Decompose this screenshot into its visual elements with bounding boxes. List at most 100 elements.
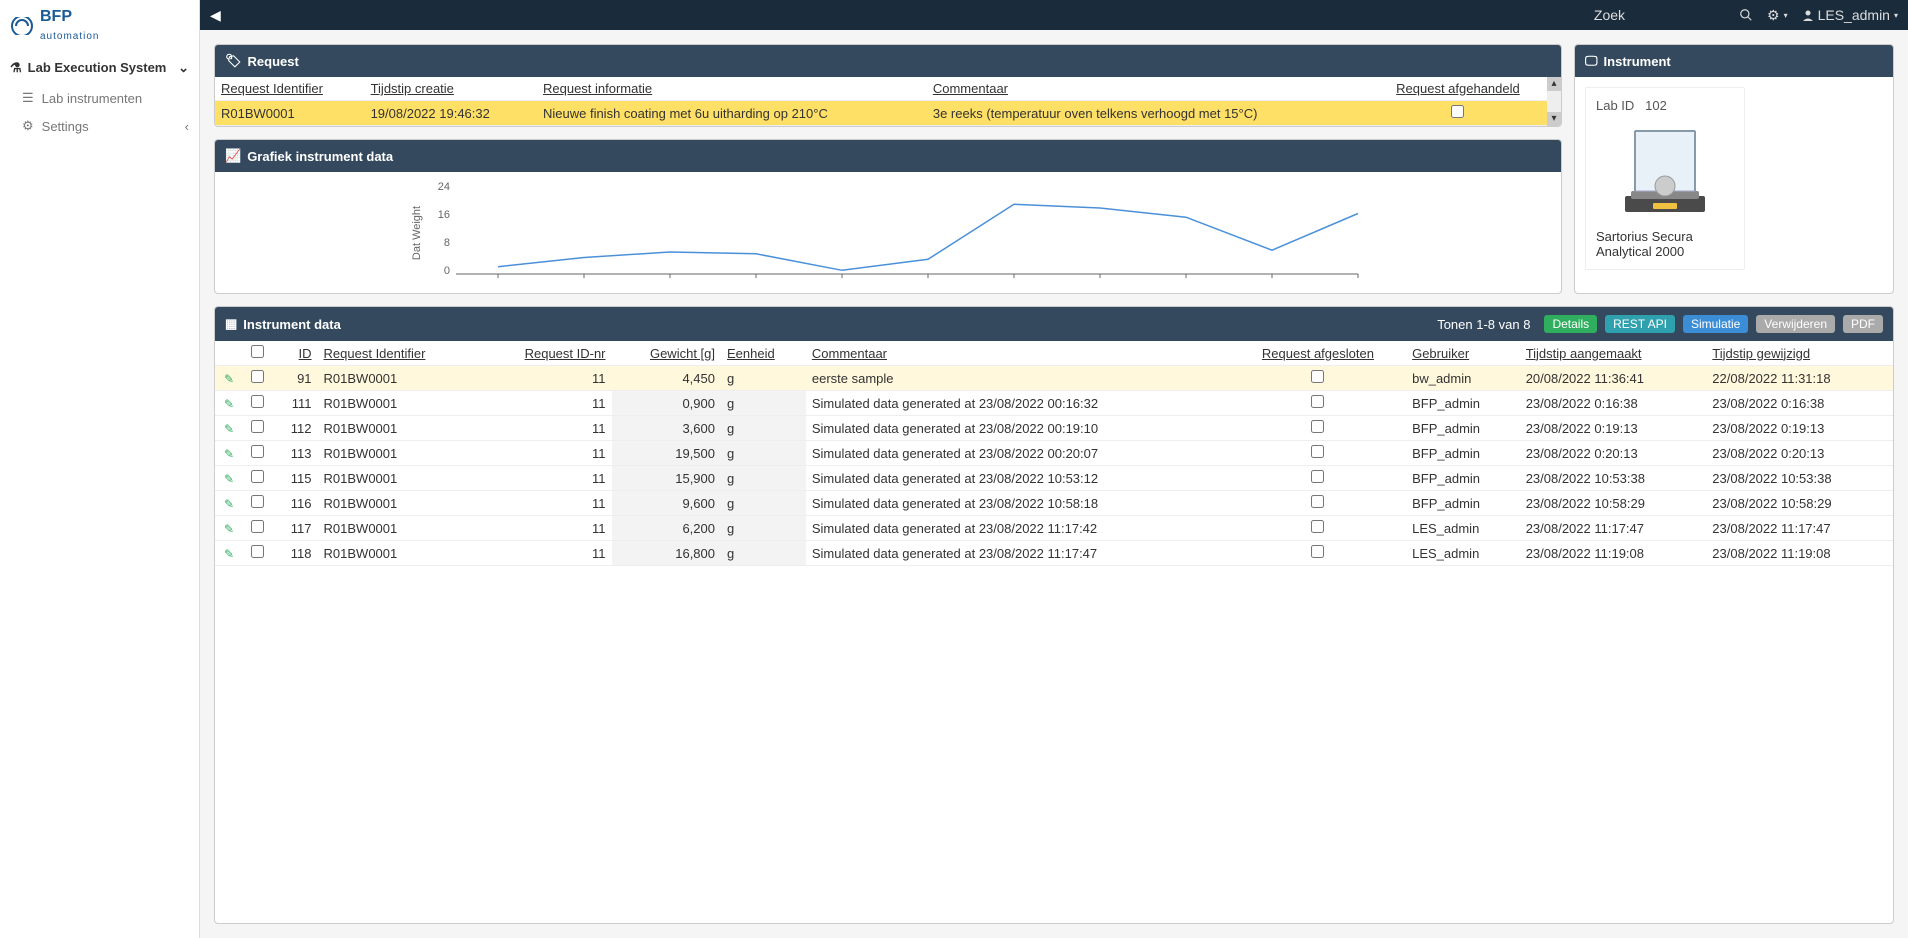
cell-unit: g — [721, 516, 806, 541]
req-col-comment[interactable]: Commentaar — [927, 77, 1369, 101]
sidebar-item-settings[interactable]: ⚙ Settings ‹ — [0, 112, 199, 140]
col-id[interactable]: ID — [271, 341, 318, 366]
table-row[interactable]: ✎118R01BW00011116,800gSimulated data gen… — [215, 541, 1893, 566]
req-handled-checkbox[interactable] — [1451, 105, 1464, 118]
select-all-checkbox[interactable] — [251, 345, 264, 358]
req-col-identifier[interactable]: Request Identifier — [215, 77, 365, 101]
row-closed-checkbox[interactable] — [1311, 370, 1324, 383]
cell-modified: 23/08/2022 10:58:29 — [1706, 491, 1893, 516]
edit-icon[interactable]: ✎ — [224, 422, 234, 436]
details-button[interactable]: Details — [1544, 315, 1597, 333]
row-closed-checkbox[interactable] — [1311, 445, 1324, 458]
col-user[interactable]: Gebruiker — [1406, 341, 1520, 366]
cell-unit: g — [721, 366, 806, 391]
request-row[interactable]: R01BW0001 19/08/2022 19:46:32 Nieuwe fin… — [215, 101, 1547, 126]
table-row[interactable]: ✎91R01BW0001114,450geerste samplebw_admi… — [215, 366, 1893, 391]
row-select-checkbox[interactable] — [251, 395, 264, 408]
col-comment[interactable]: Commentaar — [806, 341, 1230, 366]
cell-modified: 23/08/2022 0:19:13 — [1706, 416, 1893, 441]
sidebar-item-label: Settings — [42, 119, 89, 134]
cell-user: LES_admin — [1406, 516, 1520, 541]
edit-icon[interactable]: ✎ — [224, 472, 234, 486]
req-col-handled[interactable]: Request afgehandeld — [1369, 77, 1547, 101]
req-col-creation[interactable]: Tijdstip creatie — [365, 77, 537, 101]
chart-series — [498, 204, 1358, 270]
row-closed-checkbox[interactable] — [1311, 420, 1324, 433]
search-label[interactable]: Zoek — [1594, 7, 1625, 23]
row-closed-checkbox[interactable] — [1311, 545, 1324, 558]
cell-unit: g — [721, 466, 806, 491]
scroll-down-icon[interactable]: ▾ — [1547, 112, 1561, 126]
row-select-checkbox[interactable] — [251, 420, 264, 433]
edit-icon[interactable]: ✎ — [224, 397, 234, 411]
cell-id: 118 — [271, 541, 318, 566]
req-col-info[interactable]: Request informatie — [537, 77, 927, 101]
row-select-checkbox[interactable] — [251, 370, 264, 383]
simulate-button[interactable]: Simulatie — [1683, 315, 1748, 333]
panel-instrument-title: Instrument — [1604, 54, 1671, 69]
request-scrollbar[interactable]: ▴ ▾ — [1547, 77, 1561, 126]
edit-icon[interactable]: ✎ — [224, 547, 234, 561]
col-weight[interactable]: Gewicht [g] — [612, 341, 721, 366]
chart-svg: Dat Weight 24 16 8 0 — [223, 178, 1553, 288]
pdf-button[interactable]: PDF — [1843, 315, 1883, 333]
user-menu[interactable]: LES_admin ▾ — [1802, 7, 1898, 23]
edit-icon[interactable]: ✎ — [224, 522, 234, 536]
instrument-data-table: ID Request Identifier Request ID-nr Gewi… — [215, 341, 1893, 566]
row-closed-checkbox[interactable] — [1311, 495, 1324, 508]
col-unit[interactable]: Eenheid — [721, 341, 806, 366]
row-select-checkbox[interactable] — [251, 520, 264, 533]
cell-user: BFP_admin — [1406, 391, 1520, 416]
row-select-checkbox[interactable] — [251, 470, 264, 483]
row-select-checkbox[interactable] — [251, 495, 264, 508]
row-select-checkbox[interactable] — [251, 545, 264, 558]
instrument-card[interactable]: Lab ID 102 Sa — [1585, 87, 1745, 270]
cell-req: R01BW0001 — [318, 491, 480, 516]
cell-user: LES_admin — [1406, 541, 1520, 566]
panel-request: 🏷 Request Request Identifier Tijdstip cr… — [214, 44, 1562, 127]
cell-unit: g — [721, 391, 806, 416]
cell-comment: eerste sample — [806, 366, 1230, 391]
sidebar-item-lab-instrumenten[interactable]: ☰ Lab instrumenten — [0, 84, 199, 112]
table-row[interactable]: ✎113R01BW00011119,500gSimulated data gen… — [215, 441, 1893, 466]
scroll-up-icon[interactable]: ▴ — [1547, 77, 1561, 91]
cell-created: 23/08/2022 11:19:08 — [1520, 541, 1707, 566]
cell-req: R01BW0001 — [318, 391, 480, 416]
collapse-sidebar-button[interactable]: ◀ — [210, 7, 221, 24]
gear-icon: ⚙ — [22, 118, 34, 134]
req-comment: 3e reeks (temperatuur oven telkens verho… — [927, 101, 1369, 126]
col-modified[interactable]: Tijdstip gewijzigd — [1706, 341, 1893, 366]
restapi-button[interactable]: REST API — [1605, 315, 1675, 333]
brand-name: BFP — [40, 8, 72, 25]
row-select-checkbox[interactable] — [251, 445, 264, 458]
search-icon[interactable] — [1739, 8, 1753, 22]
col-req-idnr[interactable]: Request ID-nr — [479, 341, 611, 366]
table-row[interactable]: ✎112R01BW0001113,600gSimulated data gene… — [215, 416, 1893, 441]
table-row[interactable]: ✎111R01BW0001110,900gSimulated data gene… — [215, 391, 1893, 416]
cell-weight: 19,500 — [612, 441, 721, 466]
row-closed-checkbox[interactable] — [1311, 395, 1324, 408]
cell-created: 23/08/2022 10:53:38 — [1520, 466, 1707, 491]
settings-dropdown[interactable]: ⚙▾ — [1767, 7, 1788, 24]
delete-button[interactable]: Verwijderen — [1756, 315, 1835, 333]
sidebar-root-les[interactable]: ⚗Lab Execution System ⌄ — [0, 52, 199, 84]
table-row[interactable]: ✎117R01BW0001116,200gSimulated data gene… — [215, 516, 1893, 541]
edit-icon[interactable]: ✎ — [224, 497, 234, 511]
chart-ytick: 8 — [444, 237, 450, 249]
edit-icon[interactable]: ✎ — [224, 447, 234, 461]
table-row[interactable]: ✎116R01BW0001119,600gSimulated data gene… — [215, 491, 1893, 516]
edit-icon[interactable]: ✎ — [224, 372, 234, 386]
cell-reqnr: 11 — [479, 416, 611, 441]
col-closed[interactable]: Request afgesloten — [1230, 341, 1406, 366]
row-closed-checkbox[interactable] — [1311, 470, 1324, 483]
table-row[interactable]: ✎115R01BW00011115,900gSimulated data gen… — [215, 466, 1893, 491]
instrument-name: Sartorius Secura Analytical 2000 — [1596, 229, 1734, 259]
col-req-identifier[interactable]: Request Identifier — [318, 341, 480, 366]
row-closed-checkbox[interactable] — [1311, 520, 1324, 533]
col-created[interactable]: Tijdstip aangemaakt — [1520, 341, 1707, 366]
cell-created: 23/08/2022 0:16:38 — [1520, 391, 1707, 416]
flask-icon: ⚗ — [10, 60, 22, 75]
cell-id: 113 — [271, 441, 318, 466]
chart-ytick: 0 — [444, 265, 450, 277]
cell-comment: Simulated data generated at 23/08/2022 1… — [806, 491, 1230, 516]
